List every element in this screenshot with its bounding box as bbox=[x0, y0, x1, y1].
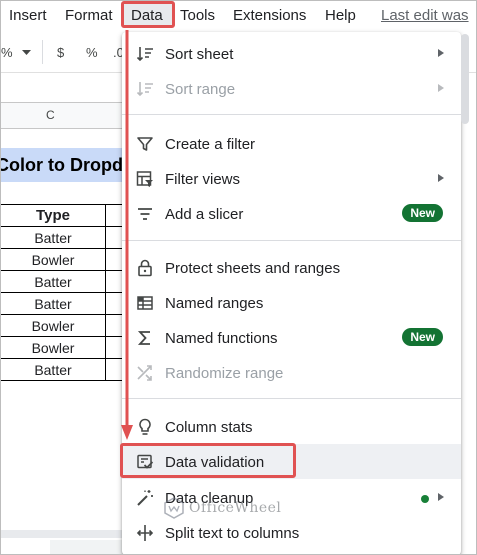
split-icon bbox=[136, 525, 154, 541]
table-row: Batter bbox=[0, 358, 131, 381]
menu-item-label: Randomize range bbox=[165, 365, 284, 382]
submenu-arrow-icon bbox=[438, 174, 444, 182]
data-validation-icon bbox=[137, 454, 154, 469]
menu-item-column-stats[interactable]: Column stats bbox=[122, 409, 461, 444]
table-cell[interactable]: Batter bbox=[0, 226, 106, 249]
menu-item-named-functions[interactable]: Named functions New bbox=[122, 320, 461, 355]
sort-icon bbox=[136, 47, 153, 62]
table-cell[interactable]: Batter bbox=[0, 270, 106, 293]
menu-item-sort-range[interactable]: Sort range bbox=[122, 71, 461, 106]
watermark: OfficeWheel bbox=[163, 497, 281, 519]
table-row: Batter bbox=[0, 270, 131, 293]
table-header-type[interactable]: Type bbox=[0, 204, 106, 227]
currency-button[interactable]: $ bbox=[57, 45, 64, 60]
named-ranges-icon bbox=[137, 296, 153, 310]
menu-format[interactable]: Format bbox=[65, 7, 113, 24]
menu-item-data-validation[interactable]: Data validation bbox=[122, 444, 461, 479]
menu-help[interactable]: Help bbox=[325, 7, 356, 24]
menu-item-label: Create a filter bbox=[165, 136, 256, 153]
menu-data-label: Data bbox=[131, 7, 163, 24]
menu-tools[interactable]: Tools bbox=[180, 7, 215, 24]
toolbar-divider bbox=[42, 40, 43, 64]
menu-item-randomize-range[interactable]: Randomize range bbox=[122, 355, 461, 390]
menu-item-label: Sort range bbox=[165, 81, 236, 98]
wand-icon bbox=[137, 490, 153, 506]
bulb-icon bbox=[139, 418, 151, 435]
table-cell[interactable]: Batter bbox=[0, 292, 106, 315]
status-dot bbox=[421, 495, 429, 503]
sigma-icon bbox=[137, 331, 150, 345]
new-badge: New bbox=[402, 204, 443, 222]
menu-item-create-filter[interactable]: Create a filter bbox=[122, 126, 461, 161]
menu-item-filter-views[interactable]: Filter views bbox=[122, 161, 461, 196]
table-row: Bowler bbox=[0, 314, 131, 337]
data-table: Type Batter Bowler Batter Batter Bowler … bbox=[0, 204, 131, 381]
chevron-down-icon[interactable] bbox=[22, 50, 31, 56]
watermark-text: OfficeWheel bbox=[189, 500, 282, 516]
menu-item-protect-sheets[interactable]: Protect sheets and ranges bbox=[122, 250, 461, 285]
new-badge: New bbox=[402, 328, 443, 346]
menu-divider bbox=[122, 114, 461, 115]
menu-item-label: Named ranges bbox=[165, 295, 264, 312]
menu-item-label: Add a slicer bbox=[165, 206, 244, 223]
submenu-arrow-icon bbox=[438, 84, 444, 92]
menu-item-label: Column stats bbox=[165, 419, 253, 436]
table-cell[interactable]: Bowler bbox=[0, 336, 106, 359]
menu-item-label: Split text to columns bbox=[165, 525, 300, 542]
menu-divider bbox=[122, 398, 461, 399]
table-row: Batter bbox=[0, 292, 131, 315]
menu-item-add-slicer[interactable]: Add a slicer New bbox=[122, 196, 461, 231]
menu-item-label: Named functions bbox=[165, 330, 278, 347]
menu-data[interactable]: Data bbox=[121, 1, 175, 28]
watermark-logo-icon bbox=[164, 497, 184, 519]
menu-insert[interactable]: Insert bbox=[9, 7, 47, 24]
table-cell[interactable]: Bowler bbox=[0, 314, 106, 337]
shuffle-icon bbox=[137, 365, 152, 381]
submenu-arrow-icon bbox=[438, 49, 444, 57]
zoom-percent-label[interactable]: % bbox=[1, 45, 13, 60]
menu-item-label: Filter views bbox=[165, 171, 241, 188]
menu-item-split-text[interactable]: Split text to columns bbox=[122, 515, 461, 550]
menu-item-sort-sheet[interactable]: Sort sheet bbox=[122, 36, 461, 71]
slicer-icon bbox=[138, 208, 152, 220]
table-header-row: Type bbox=[0, 204, 131, 227]
horizontal-scrollbar[interactable] bbox=[0, 530, 130, 538]
column-header-label: C bbox=[46, 108, 55, 122]
menu-extensions[interactable]: Extensions bbox=[233, 7, 306, 24]
table-row: Bowler bbox=[0, 336, 131, 359]
table-cell[interactable]: Batter bbox=[0, 358, 106, 381]
menu-item-named-ranges[interactable]: Named ranges bbox=[122, 285, 461, 320]
sheet-tab-bar bbox=[50, 540, 130, 555]
table-row: Batter bbox=[0, 226, 131, 249]
filter-icon bbox=[137, 137, 153, 151]
column-header-c[interactable]: C bbox=[0, 102, 130, 129]
menu-divider bbox=[122, 240, 461, 241]
menu-item-label: Protect sheets and ranges bbox=[165, 260, 341, 277]
table-cell[interactable]: Bowler bbox=[0, 248, 106, 271]
table-row: Bowler bbox=[0, 248, 131, 271]
sort-range-icon bbox=[136, 82, 153, 97]
menu-scrollbar[interactable] bbox=[461, 34, 469, 124]
percent-button[interactable]: % bbox=[86, 45, 98, 60]
last-edit-link[interactable]: Last edit was bbox=[381, 7, 469, 24]
menu-bar: Insert Format Tools Extensions Help Last… bbox=[0, 0, 477, 31]
filter-views-icon bbox=[136, 171, 153, 187]
sheet-title-text: Color to Dropdown bbox=[0, 155, 130, 175]
sheet-title-cell[interactable]: Color to Dropdown bbox=[0, 148, 130, 182]
menu-item-label: Sort sheet bbox=[165, 46, 234, 63]
lock-icon bbox=[138, 259, 152, 277]
data-menu: Sort sheet Sort range Create a filter Fi… bbox=[122, 32, 461, 555]
submenu-arrow-icon bbox=[438, 493, 444, 501]
menu-item-label: Data validation bbox=[165, 454, 265, 471]
